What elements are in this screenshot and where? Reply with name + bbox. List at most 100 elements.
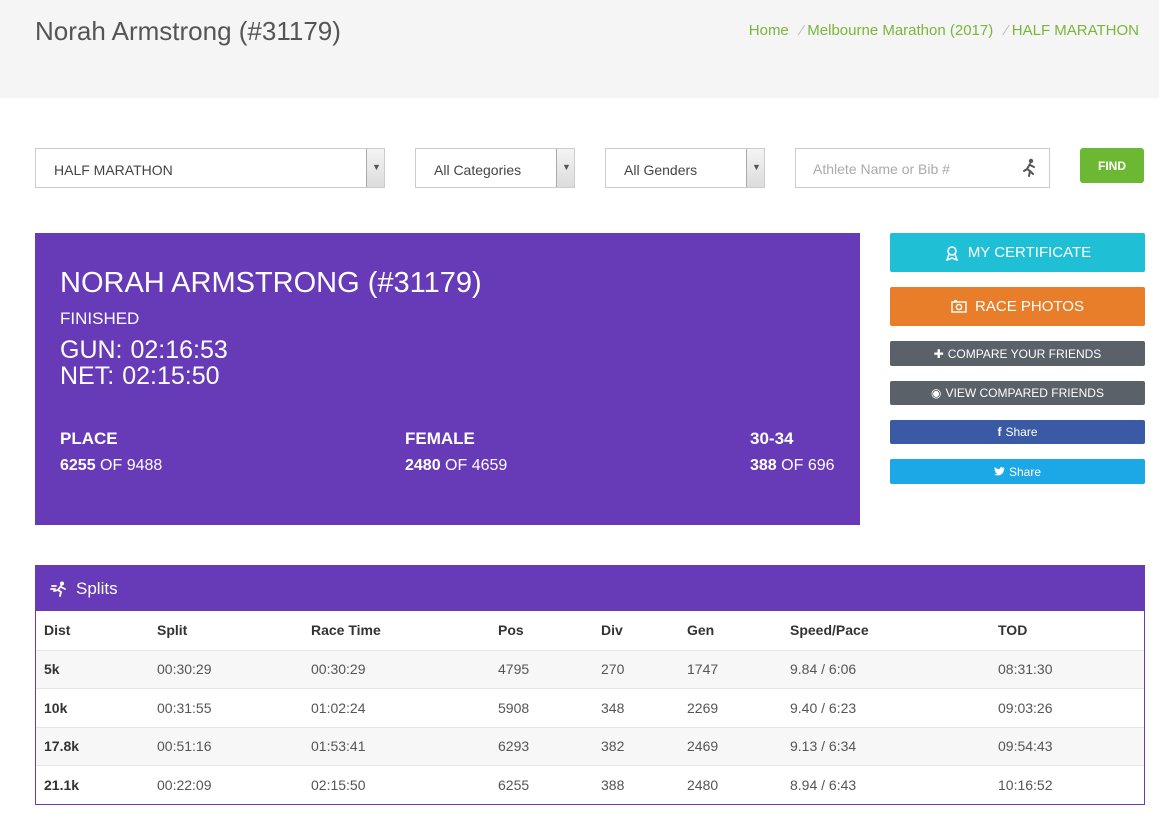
chevron-down-icon[interactable]: ▼ bbox=[366, 149, 384, 187]
race-select[interactable]: HALF MARATHON ▼ bbox=[35, 148, 385, 188]
category-select[interactable]: All Categories ▼ bbox=[415, 148, 575, 188]
athlete-search[interactable] bbox=[795, 148, 1050, 188]
cell: 1747 bbox=[687, 661, 719, 678]
table-row: 17.8k 00:51:16 01:53:41 6293 382 2469 9.… bbox=[36, 727, 1144, 766]
cell: 2480 bbox=[687, 777, 719, 793]
column-header[interactable]: Gen bbox=[679, 611, 782, 650]
breadcrumb-home[interactable]: Home bbox=[749, 22, 789, 39]
breadcrumb-race[interactable]: HALF MARATHON bbox=[1012, 22, 1139, 39]
page-header: Norah Armstrong (#31179) Home ⁄ Melbourn… bbox=[0, 0, 1159, 98]
finish-status: FINISHED bbox=[60, 309, 140, 328]
athlete-name: NORAH ARMSTRONG (#31179) bbox=[60, 267, 482, 299]
stat-label: FEMALE bbox=[405, 429, 475, 448]
splits-table: Dist Split Race Time Pos Div Gen Speed/P… bbox=[36, 611, 1144, 804]
compare-friends-button[interactable]: ✚ COMPARE YOUR FRIENDS bbox=[890, 341, 1145, 366]
certificate-label: MY CERTIFICATE bbox=[967, 244, 1092, 261]
column-header[interactable]: Race Time bbox=[303, 611, 490, 650]
column-header[interactable]: Pos bbox=[490, 611, 593, 650]
table-row: 5k 00:30:29 00:30:29 4795 270 1747 9.84 … bbox=[36, 650, 1144, 689]
breadcrumb-separator: ⁄ bbox=[800, 22, 804, 39]
cell: 5908 bbox=[498, 699, 530, 716]
cell: 01:02:24 bbox=[311, 699, 366, 716]
division-place: 30-34 388 OF 696 bbox=[750, 429, 835, 475]
column-header[interactable]: Dist bbox=[36, 611, 149, 650]
plus-icon: ✚ bbox=[933, 346, 944, 361]
cell: 00:22:09 bbox=[157, 777, 212, 793]
cell: 388 bbox=[601, 777, 625, 793]
cell: 8.94 / 6:43 bbox=[790, 777, 857, 793]
cell: 21.1k bbox=[44, 777, 80, 793]
compare-friends-label: COMPARE YOUR FRIENDS bbox=[947, 346, 1102, 361]
cell: 00:30:29 bbox=[311, 661, 366, 678]
breadcrumb-event[interactable]: Melbourne Marathon (2017) bbox=[807, 22, 993, 39]
cell: 00:30:29 bbox=[157, 661, 212, 678]
page-title: Norah Armstrong (#31179) bbox=[35, 16, 341, 46]
gender-place: FEMALE 2480 OF 4659 bbox=[405, 429, 507, 475]
cell: 270 bbox=[601, 661, 625, 678]
stat-value: 6255 OF 9488 bbox=[60, 457, 163, 474]
column-header[interactable]: Speed/Pace bbox=[782, 611, 990, 650]
cell: 6293 bbox=[498, 738, 530, 755]
cell: 9.40 / 6:23 bbox=[790, 699, 857, 716]
net-time-row: NET: 02:15:50 bbox=[60, 363, 228, 389]
category-select-value: All Categories bbox=[434, 162, 522, 178]
table-row: 10k 00:31:55 01:02:24 5908 348 2269 9.40… bbox=[36, 688, 1144, 728]
column-header[interactable]: TOD bbox=[990, 611, 1144, 650]
twitter-share-label: Share bbox=[1008, 464, 1042, 479]
splits-panel: Splits Dist Split Race Time Pos Div Gen … bbox=[35, 565, 1145, 805]
gun-time: 02:16:53 bbox=[130, 336, 228, 364]
target-icon: ◉ bbox=[931, 386, 942, 400]
net-time: 02:15:50 bbox=[122, 362, 220, 390]
splits-header-row: Dist Split Race Time Pos Div Gen Speed/P… bbox=[36, 611, 1144, 650]
stat-value: 2480 OF 4659 bbox=[405, 457, 508, 474]
cell: 10:16:52 bbox=[998, 777, 1053, 793]
overall-place: PLACE 6255 OF 9488 bbox=[60, 429, 162, 475]
race-photos-label: RACE PHOTOS bbox=[975, 298, 1084, 315]
race-photos-button[interactable]: RACE PHOTOS bbox=[890, 287, 1145, 326]
cell: 348 bbox=[601, 699, 625, 716]
cell: 10k bbox=[44, 699, 68, 716]
view-compared-label: VIEW COMPARED FRIENDS bbox=[945, 386, 1104, 400]
breadcrumb: Home ⁄ Melbourne Marathon (2017) ⁄ HALF … bbox=[749, 22, 1139, 39]
facebook-icon: f bbox=[997, 425, 1002, 439]
table-row: 21.1k 00:22:09 02:15:50 6255 388 2480 8.… bbox=[36, 765, 1144, 805]
chevron-down-icon[interactable]: ▼ bbox=[556, 149, 574, 187]
gender-select[interactable]: All Genders ▼ bbox=[605, 148, 765, 188]
find-button[interactable]: FIND bbox=[1080, 148, 1144, 183]
cell: 2469 bbox=[687, 738, 719, 755]
twitter-icon bbox=[993, 467, 1005, 476]
cell: 09:54:43 bbox=[998, 738, 1053, 755]
twitter-share-button[interactable]: Share bbox=[890, 459, 1145, 484]
cell: 9.84 / 6:06 bbox=[790, 661, 857, 678]
cell: 9.13 / 6:34 bbox=[790, 738, 857, 755]
runner-icon bbox=[1021, 158, 1037, 178]
gun-label: GUN: bbox=[60, 336, 123, 364]
facebook-share-button[interactable]: f Share bbox=[890, 420, 1145, 444]
gender-select-value: All Genders bbox=[624, 162, 698, 178]
column-header[interactable]: Div bbox=[593, 611, 679, 650]
gun-time-row: GUN: 02:16:53 bbox=[60, 337, 228, 363]
view-compared-friends-button[interactable]: ◉ VIEW COMPARED FRIENDS bbox=[890, 381, 1145, 405]
cell: 382 bbox=[601, 738, 625, 755]
cell: 5k bbox=[44, 661, 60, 678]
chevron-down-icon[interactable]: ▼ bbox=[746, 149, 764, 187]
athlete-search-input[interactable] bbox=[813, 159, 1013, 179]
cell: 01:53:41 bbox=[311, 738, 366, 755]
splits-title: Splits bbox=[76, 578, 118, 598]
cell: 4795 bbox=[498, 661, 530, 678]
net-label: NET: bbox=[60, 362, 115, 390]
cell: 2269 bbox=[687, 699, 719, 716]
cell: 00:31:55 bbox=[157, 699, 212, 716]
breadcrumb-separator: ⁄ bbox=[1005, 22, 1008, 39]
race-select-value: HALF MARATHON bbox=[54, 162, 173, 178]
cell: 6255 bbox=[498, 777, 530, 793]
camera-icon bbox=[951, 300, 967, 313]
cell: 08:31:30 bbox=[998, 661, 1053, 678]
certificate-icon bbox=[944, 245, 960, 261]
stat-value: 388 OF 696 bbox=[750, 457, 835, 474]
column-header[interactable]: Split bbox=[149, 611, 303, 650]
splits-header: Splits bbox=[36, 566, 1144, 611]
cell: 00:51:16 bbox=[157, 738, 212, 755]
stat-label: PLACE bbox=[60, 429, 118, 448]
my-certificate-button[interactable]: MY CERTIFICATE bbox=[890, 233, 1145, 272]
